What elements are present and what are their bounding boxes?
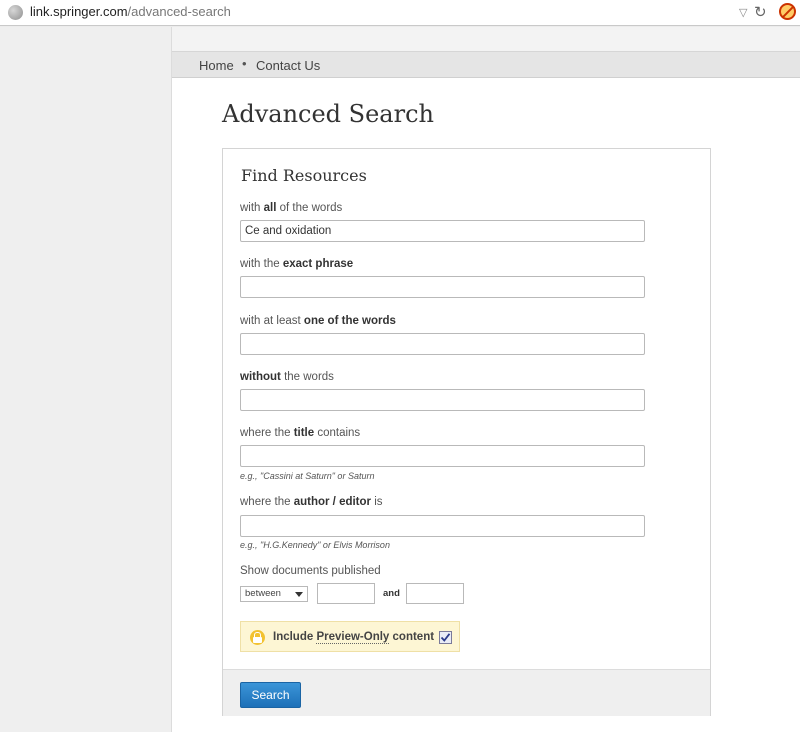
address-bar: link.springer.com/advanced-search ▽ ↻ — [0, 0, 800, 26]
preview-text: content — [389, 631, 435, 643]
page: Home • Contact Us Advanced Search Find R… — [172, 27, 800, 732]
label-emphasis: all — [263, 202, 277, 214]
published-label: Show documents published — [240, 565, 381, 577]
date-mode-select[interactable]: between — [240, 586, 308, 602]
date-mode-value: between — [245, 588, 281, 599]
globe-icon — [8, 5, 23, 20]
preview-only-label: Include Preview-Only content — [273, 631, 435, 644]
preview-only-checkbox[interactable] — [439, 631, 452, 644]
title-input[interactable] — [240, 445, 645, 467]
nav-separator: • — [242, 56, 247, 71]
url-dropdown-icon[interactable]: ▽ — [739, 6, 747, 19]
nav-bar: Home • Contact Us — [172, 51, 800, 78]
one-of-words-input[interactable] — [240, 333, 645, 355]
label-text: of the words — [276, 202, 343, 214]
search-button[interactable]: Search — [240, 682, 301, 708]
end-year-input[interactable] — [406, 583, 464, 604]
top-strip — [172, 27, 800, 51]
all-words-input[interactable]: Ce and oxidation — [240, 220, 645, 242]
checkmark-icon — [440, 633, 451, 642]
one-of-words-label: with at least one of the words — [240, 315, 396, 327]
preview-text: Include — [273, 631, 317, 643]
url-field[interactable]: link.springer.com/advanced-search — [30, 4, 231, 19]
exact-phrase-input[interactable] — [240, 276, 645, 298]
label-emphasis: one of the words — [303, 315, 396, 327]
label-text: is — [371, 496, 383, 508]
url-path: /advanced-search — [127, 4, 231, 19]
and-label: and — [383, 588, 400, 599]
lock-icon — [250, 630, 265, 645]
author-input[interactable] — [240, 515, 645, 537]
form-footer: Search — [223, 669, 710, 716]
left-margin — [0, 27, 172, 732]
label-emphasis: without — [240, 371, 281, 383]
url-domain: link.springer.com — [30, 4, 128, 19]
exact-phrase-label: with the exact phrase — [240, 258, 353, 270]
label-emphasis: author / editor — [293, 496, 372, 508]
label-emphasis: exact phrase — [282, 258, 354, 270]
nav-home-link[interactable]: Home — [199, 58, 234, 73]
search-form-panel: Find Resources with all of the words Ce … — [222, 148, 711, 716]
caret-down-icon — [295, 592, 303, 597]
author-label: where the author / editor is — [240, 496, 383, 508]
label-text: where the — [240, 427, 294, 439]
reload-icon[interactable]: ↻ — [754, 3, 767, 21]
nav-contact-link[interactable]: Contact Us — [256, 58, 320, 73]
title-label: where the title contains — [240, 427, 360, 439]
start-year-input[interactable] — [317, 583, 375, 604]
without-words-label: without the words — [240, 371, 334, 383]
label-emphasis: title — [293, 427, 315, 439]
without-words-input[interactable] — [240, 389, 645, 411]
author-hint: e.g., "H.G.Kennedy" or Elvis Morrison — [240, 540, 390, 550]
adblock-icon[interactable] — [779, 3, 796, 20]
label-text: contains — [314, 427, 361, 439]
preview-only-option: Include Preview-Only content — [240, 621, 460, 652]
label-text: the words — [280, 371, 334, 383]
preview-only-link[interactable]: Preview-Only — [316, 631, 390, 644]
label-text: with the — [240, 258, 283, 270]
form-heading: Find Resources — [241, 166, 367, 185]
label-text: with at least — [240, 315, 304, 327]
title-hint: e.g., "Cassini at Saturn" or Saturn — [240, 471, 375, 481]
page-title: Advanced Search — [222, 100, 434, 128]
label-text: where the — [240, 496, 294, 508]
search-form: Find Resources with all of the words Ce … — [223, 149, 688, 669]
label-text: with — [240, 202, 264, 214]
all-words-label: with all of the words — [240, 202, 342, 214]
